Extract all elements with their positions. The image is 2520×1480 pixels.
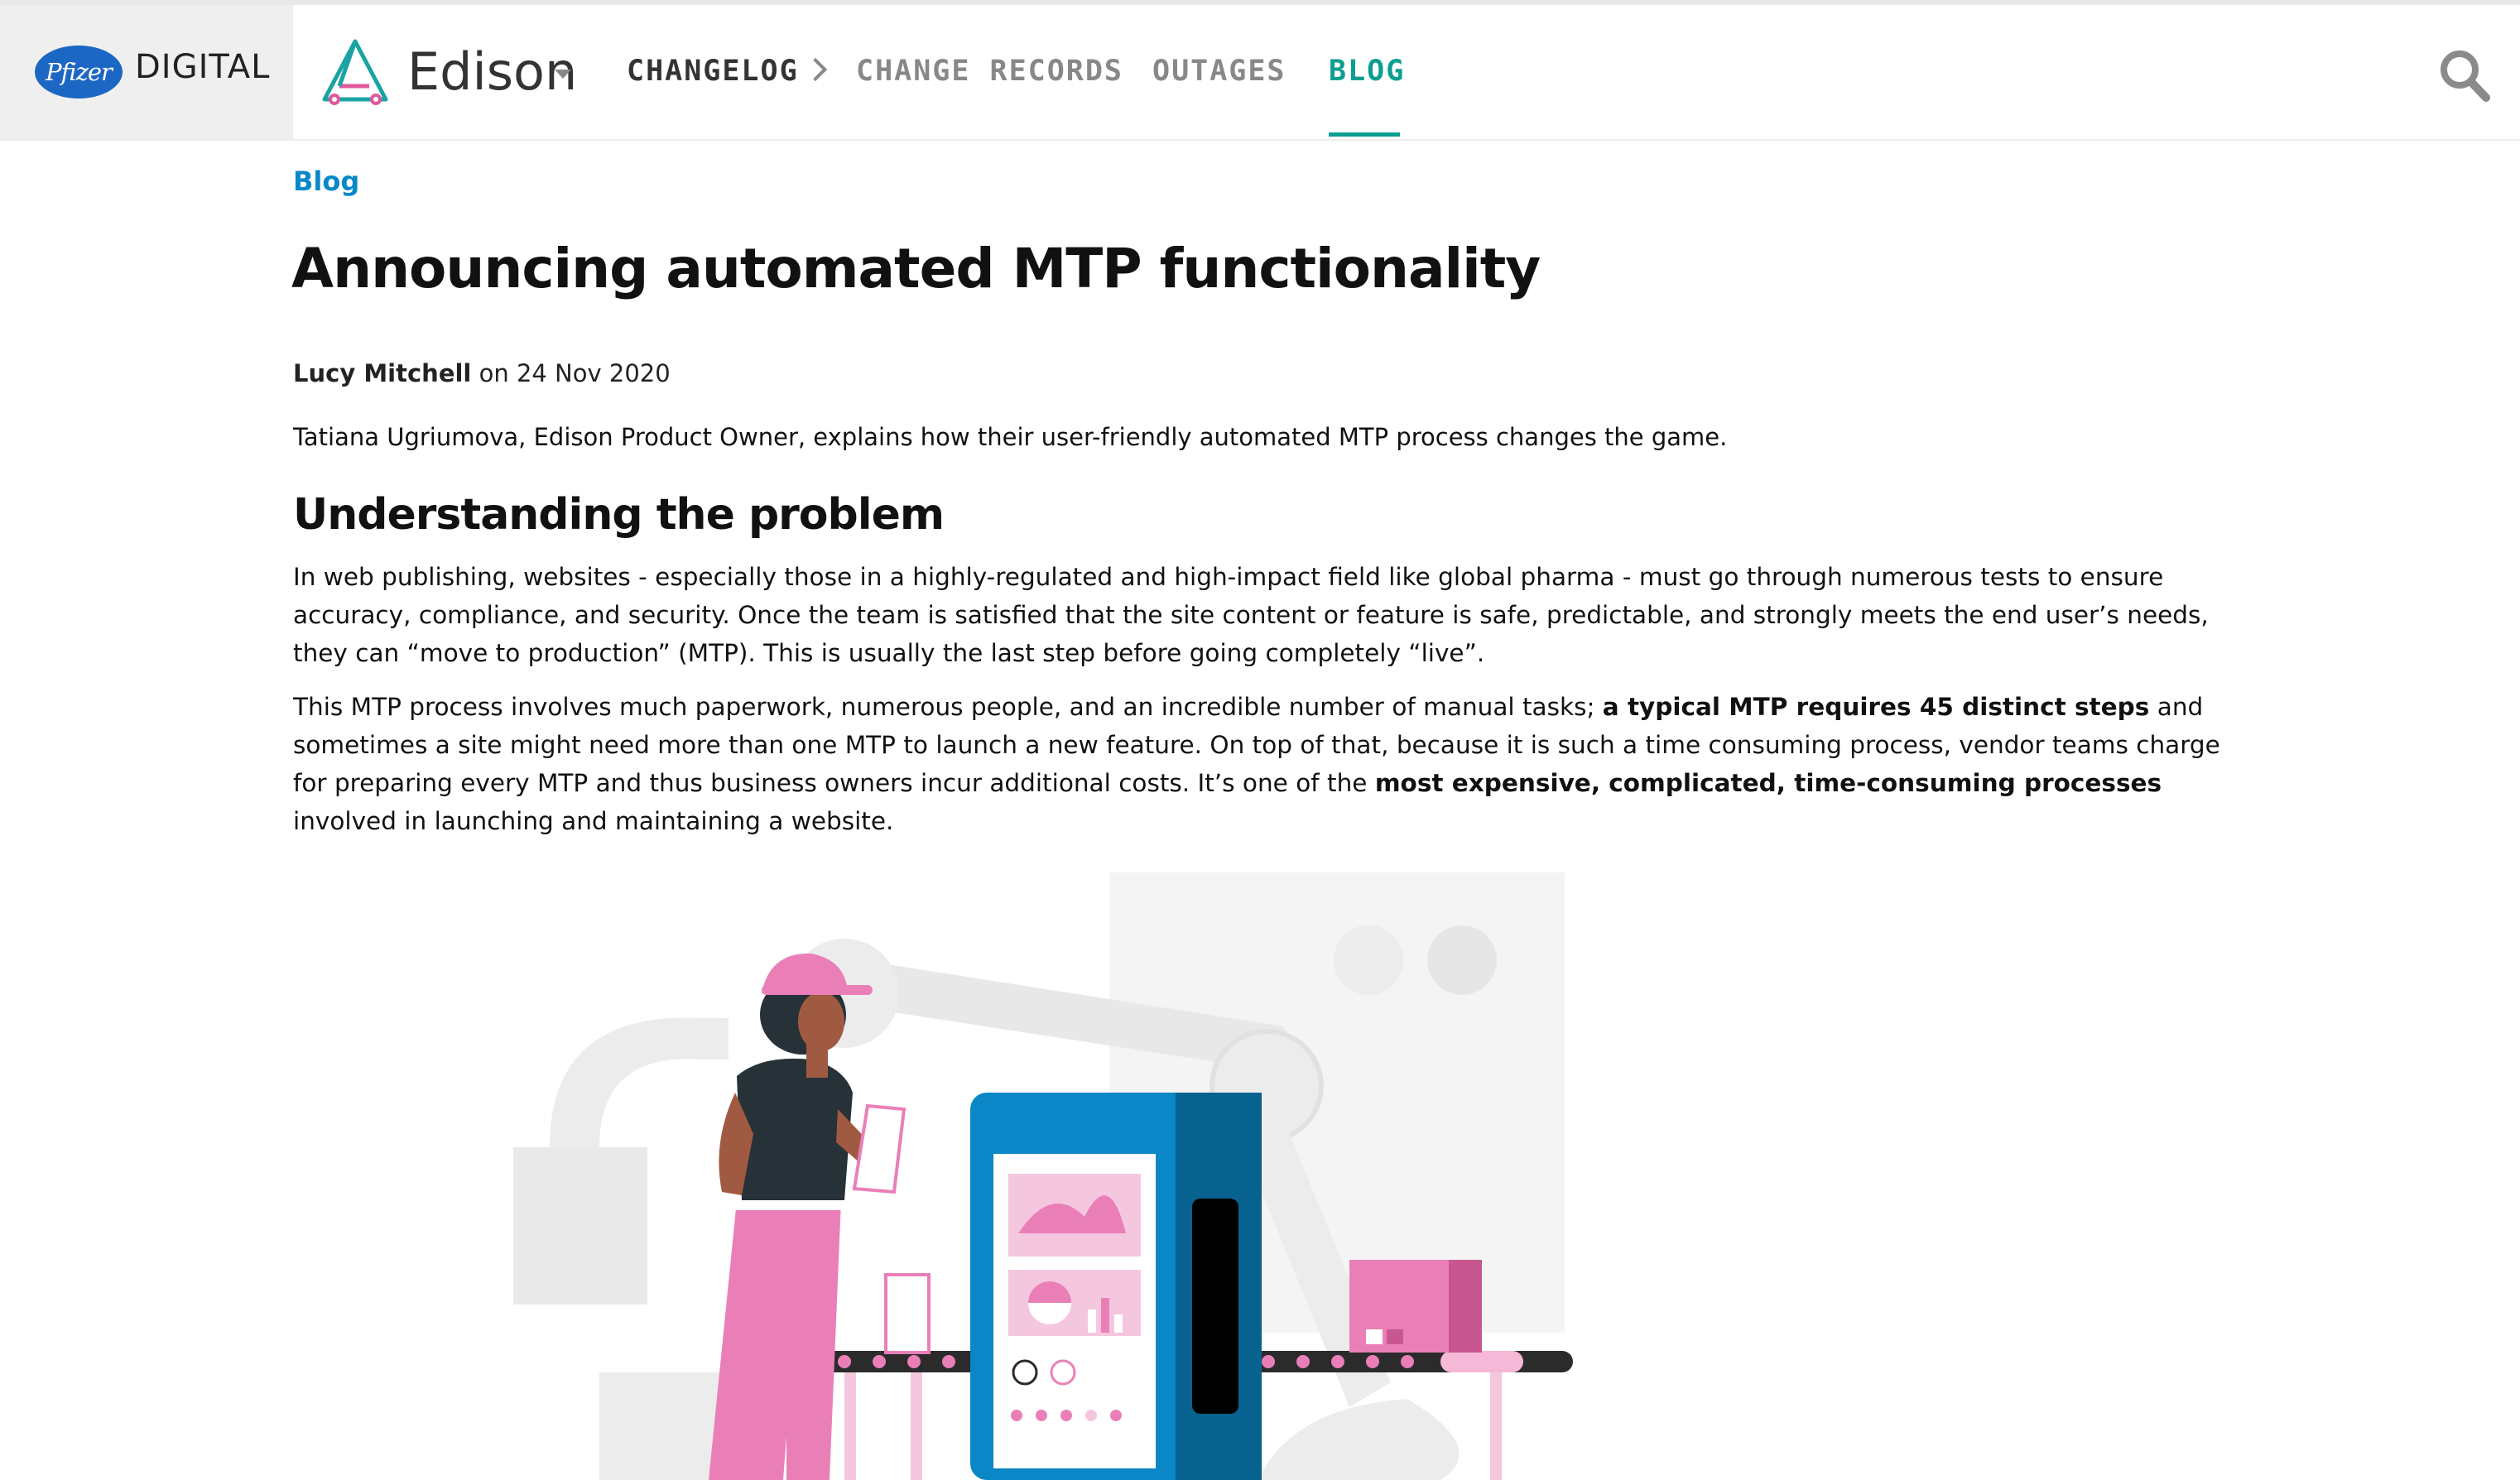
search-icon[interactable]	[2438, 48, 2491, 103]
paragraph-2-text-a: This MTP process involves much paperwork…	[293, 693, 1603, 721]
nav-active-indicator	[1329, 132, 1400, 137]
edison-logo-icon	[322, 39, 388, 105]
page-title: Announcing automated MTP functionality	[291, 237, 1541, 300]
nav-changelog[interactable]: CHANGELOG	[627, 55, 799, 88]
date-prefix: on	[479, 359, 509, 387]
article-intro: Tatiana Ugriumova, Edison Product Owner,…	[293, 423, 1728, 451]
chevron-right-icon	[803, 57, 828, 82]
nav-change-records[interactable]: CHANGE RECORDS	[856, 55, 1123, 88]
nav-blog[interactable]: BLOG	[1329, 55, 1405, 88]
site-header: Pfizer DIGITAL Edison CHANGELOG CHANGE R…	[0, 5, 2520, 141]
article-byline: Lucy Mitchell on 24 Nov 2020	[293, 359, 671, 387]
paragraph-1: In web publishing, websites - especially…	[293, 563, 2209, 667]
author-name: Lucy Mitchell	[293, 359, 472, 387]
nav-outages[interactable]: OUTAGES	[1152, 55, 1286, 88]
chevron-down-icon[interactable]	[555, 70, 571, 79]
publish-date: 24 Nov 2020	[516, 359, 671, 387]
paragraph-2-bold-b: most expensive, complicated, time-consum…	[1374, 769, 2162, 797]
brand-suffix: DIGITAL	[135, 48, 271, 86]
pfizer-logo: Pfizer	[35, 46, 123, 99]
app-switcher[interactable]: Edison	[407, 41, 577, 102]
paragraph-2-bold-a: a typical MTP requires 45 distinct steps	[1602, 693, 2150, 721]
section-heading: Understanding the problem	[293, 490, 945, 540]
pfizer-digital-brand[interactable]: Pfizer DIGITAL	[0, 5, 293, 139]
paragraph-2: This MTP process involves much paperwork…	[293, 688, 2247, 840]
factory-worker-illustration	[513, 872, 1573, 1480]
breadcrumb-blog[interactable]: Blog	[293, 166, 359, 197]
paragraph-2-text-c: involved in launching and maintaining a …	[293, 807, 894, 835]
